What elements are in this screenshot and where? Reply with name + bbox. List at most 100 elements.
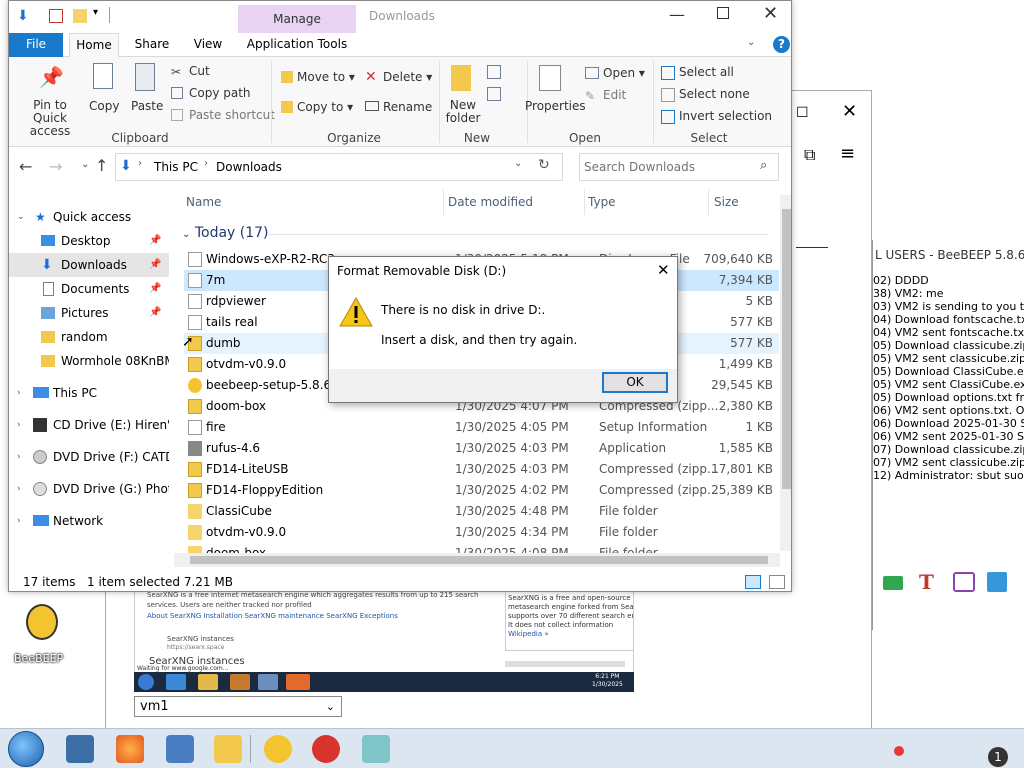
move-to-button[interactable]: Move to ▾ [297,70,355,84]
tab-manage[interactable]: Manage [238,5,356,33]
nav-quick-access[interactable]: ⌄ ★ Quick access [9,205,169,229]
vm-start-icon[interactable] [138,674,154,690]
network-admin-icon[interactable] [166,735,194,763]
nav-this-pc[interactable]: › This PC [9,381,169,405]
search-icon[interactable]: ⌕ [760,158,767,173]
searx-instances-url[interactable]: https://searx.space [167,644,224,651]
horizontal-scrollbar[interactable] [174,553,780,567]
server-manager-icon[interactable] [66,735,94,763]
chevron-down-icon[interactable]: ▾ [93,7,98,18]
invert-selection-button[interactable]: Invert selection [679,109,772,123]
desktop-icon-beebeep[interactable]: BeeBEEP [14,604,64,668]
tab-share[interactable]: Share [129,33,175,57]
forward-icon[interactable]: → [49,157,62,176]
tab-application-tools[interactable]: Application Tools [239,33,355,57]
beebeep-icon[interactable] [264,735,292,763]
chevron-right-icon[interactable]: › [204,158,208,169]
rename-button[interactable]: Rename [383,100,432,114]
ok-button[interactable]: OK [602,372,668,393]
recent-locations-icon[interactable]: ⌄ [81,159,89,170]
vm-firefox-icon[interactable] [286,674,310,690]
column-divider[interactable] [708,189,709,215]
vm-folder-icon[interactable] [198,674,218,690]
notification-badge[interactable]: 1 [988,747,1008,767]
nav-documents[interactable]: Documents 📌 [9,277,169,301]
large-icons-view-icon[interactable] [769,575,785,589]
group-header[interactable]: ⌄ Today (17) [182,225,269,241]
tool-icon[interactable] [987,572,1007,592]
paste-shortcut-button[interactable]: Paste shortcut [189,108,275,122]
nav-cd-drive-e[interactable]: › CD Drive (E:) Hiren's I [9,413,169,437]
file-row[interactable]: doom-box 1/30/2025 4:08 PM File folder [184,543,779,553]
cut-button[interactable]: Cut [189,64,210,78]
maximize-icon[interactable] [717,7,729,19]
vm-media-icon[interactable] [230,674,250,690]
file-row[interactable]: rufus-4.6 1/30/2025 4:03 PM Application 1,5… [184,438,779,459]
select-none-button[interactable]: Select none [679,87,750,101]
properties-quick-icon[interactable] [49,9,63,23]
select-all-button[interactable]: Select all [679,65,734,79]
breadcrumb-this-pc[interactable]: This PC [154,160,198,174]
file-explorer-icon[interactable] [214,735,242,763]
column-divider[interactable] [443,189,444,215]
search-input[interactable] [584,158,754,176]
delete-button[interactable]: Delete ▾ [383,70,432,84]
vertical-scrollbar[interactable] [780,195,791,551]
paste-button[interactable]: Paste [131,99,163,113]
firefox-icon[interactable] [116,735,144,763]
file-row[interactable]: FD14-LiteUSB 1/30/2025 4:03 PM Compressed … [184,459,779,480]
back-icon[interactable]: ← [19,157,32,176]
nav-random[interactable]: random [9,325,169,349]
extensions-icon[interactable]: ⧉ [804,145,815,165]
wiki-link[interactable]: Wikipedia » [508,630,632,639]
easy-access-icon[interactable] [487,87,501,101]
scrollbar-thumb[interactable] [782,209,791,489]
file-row[interactable]: otvdm-v0.9.0 1/30/2025 4:34 PM File folder [184,522,779,543]
vm-network-icon[interactable] [258,674,278,690]
start-button-icon[interactable] [8,731,44,767]
file-row[interactable]: ClassiCube 1/30/2025 4:48 PM File folder [184,501,779,522]
chevron-down-icon[interactable]: ⌄ [514,158,522,169]
nav-desktop[interactable]: Desktop 📌 [9,229,169,253]
color-icon[interactable] [953,572,975,592]
emoticon-icon[interactable] [883,576,903,590]
nav-downloads[interactable]: ⬇ Downloads 📌 [9,253,169,277]
firewall-icon[interactable] [312,735,340,763]
tab-home[interactable]: Home [69,33,119,58]
file-row[interactable]: fire 1/30/2025 4:05 PM Setup Information 1 … [184,417,779,438]
nav-network[interactable]: › Network [9,509,169,533]
tab-view[interactable]: View [185,33,231,57]
column-header-type[interactable]: Type [588,195,616,209]
copy-button[interactable]: Copy [89,99,119,113]
app-icon[interactable] [362,735,390,763]
search-box[interactable]: ⌕ [579,153,779,181]
pin-quick-access-button[interactable]: Pin to Quick access [17,99,83,138]
details-view-icon[interactable] [745,575,761,589]
open-button[interactable]: Open ▾ [603,66,645,80]
copy-to-button[interactable]: Copy to ▾ [297,100,353,114]
searx-links[interactable]: About SearXNG Installation SearXNG maint… [147,612,398,620]
nav-pictures[interactable]: Pictures 📌 [9,301,169,325]
refresh-icon[interactable]: ↻ [538,157,550,173]
scrollbar[interactable] [505,661,625,667]
close-icon[interactable]: ✕ [657,261,670,279]
properties-button[interactable]: Properties [525,99,586,113]
tab-file[interactable]: File [9,33,63,57]
vm-selector[interactable]: vm1 ⌄ [134,696,342,717]
nav-wormhole[interactable]: Wormhole 08KnBM [9,349,169,373]
close-icon[interactable]: ✕ [763,3,778,24]
chevron-down-icon[interactable]: ⌄ [747,37,755,48]
menu-icon[interactable]: ≡ [840,143,855,164]
edit-button[interactable]: Edit [603,88,626,102]
scrollbar-thumb[interactable] [190,556,768,564]
breadcrumb-downloads[interactable]: Downloads [216,160,282,174]
help-icon[interactable]: ? [773,36,790,53]
error-tray-icon[interactable] [894,746,904,756]
nav-dvd-drive-g[interactable]: › DVD Drive (G:) Photo [9,477,169,501]
column-divider[interactable] [584,189,585,215]
copy-path-button[interactable]: Copy path [189,86,251,100]
nav-dvd-drive-f[interactable]: › DVD Drive (F:) CATDIS [9,445,169,469]
address-bar[interactable]: ⬇ › This PC › Downloads ⌄ ↻ [115,153,563,181]
maximize-icon[interactable]: ☐ [796,105,809,121]
new-item-icon[interactable] [487,65,501,79]
